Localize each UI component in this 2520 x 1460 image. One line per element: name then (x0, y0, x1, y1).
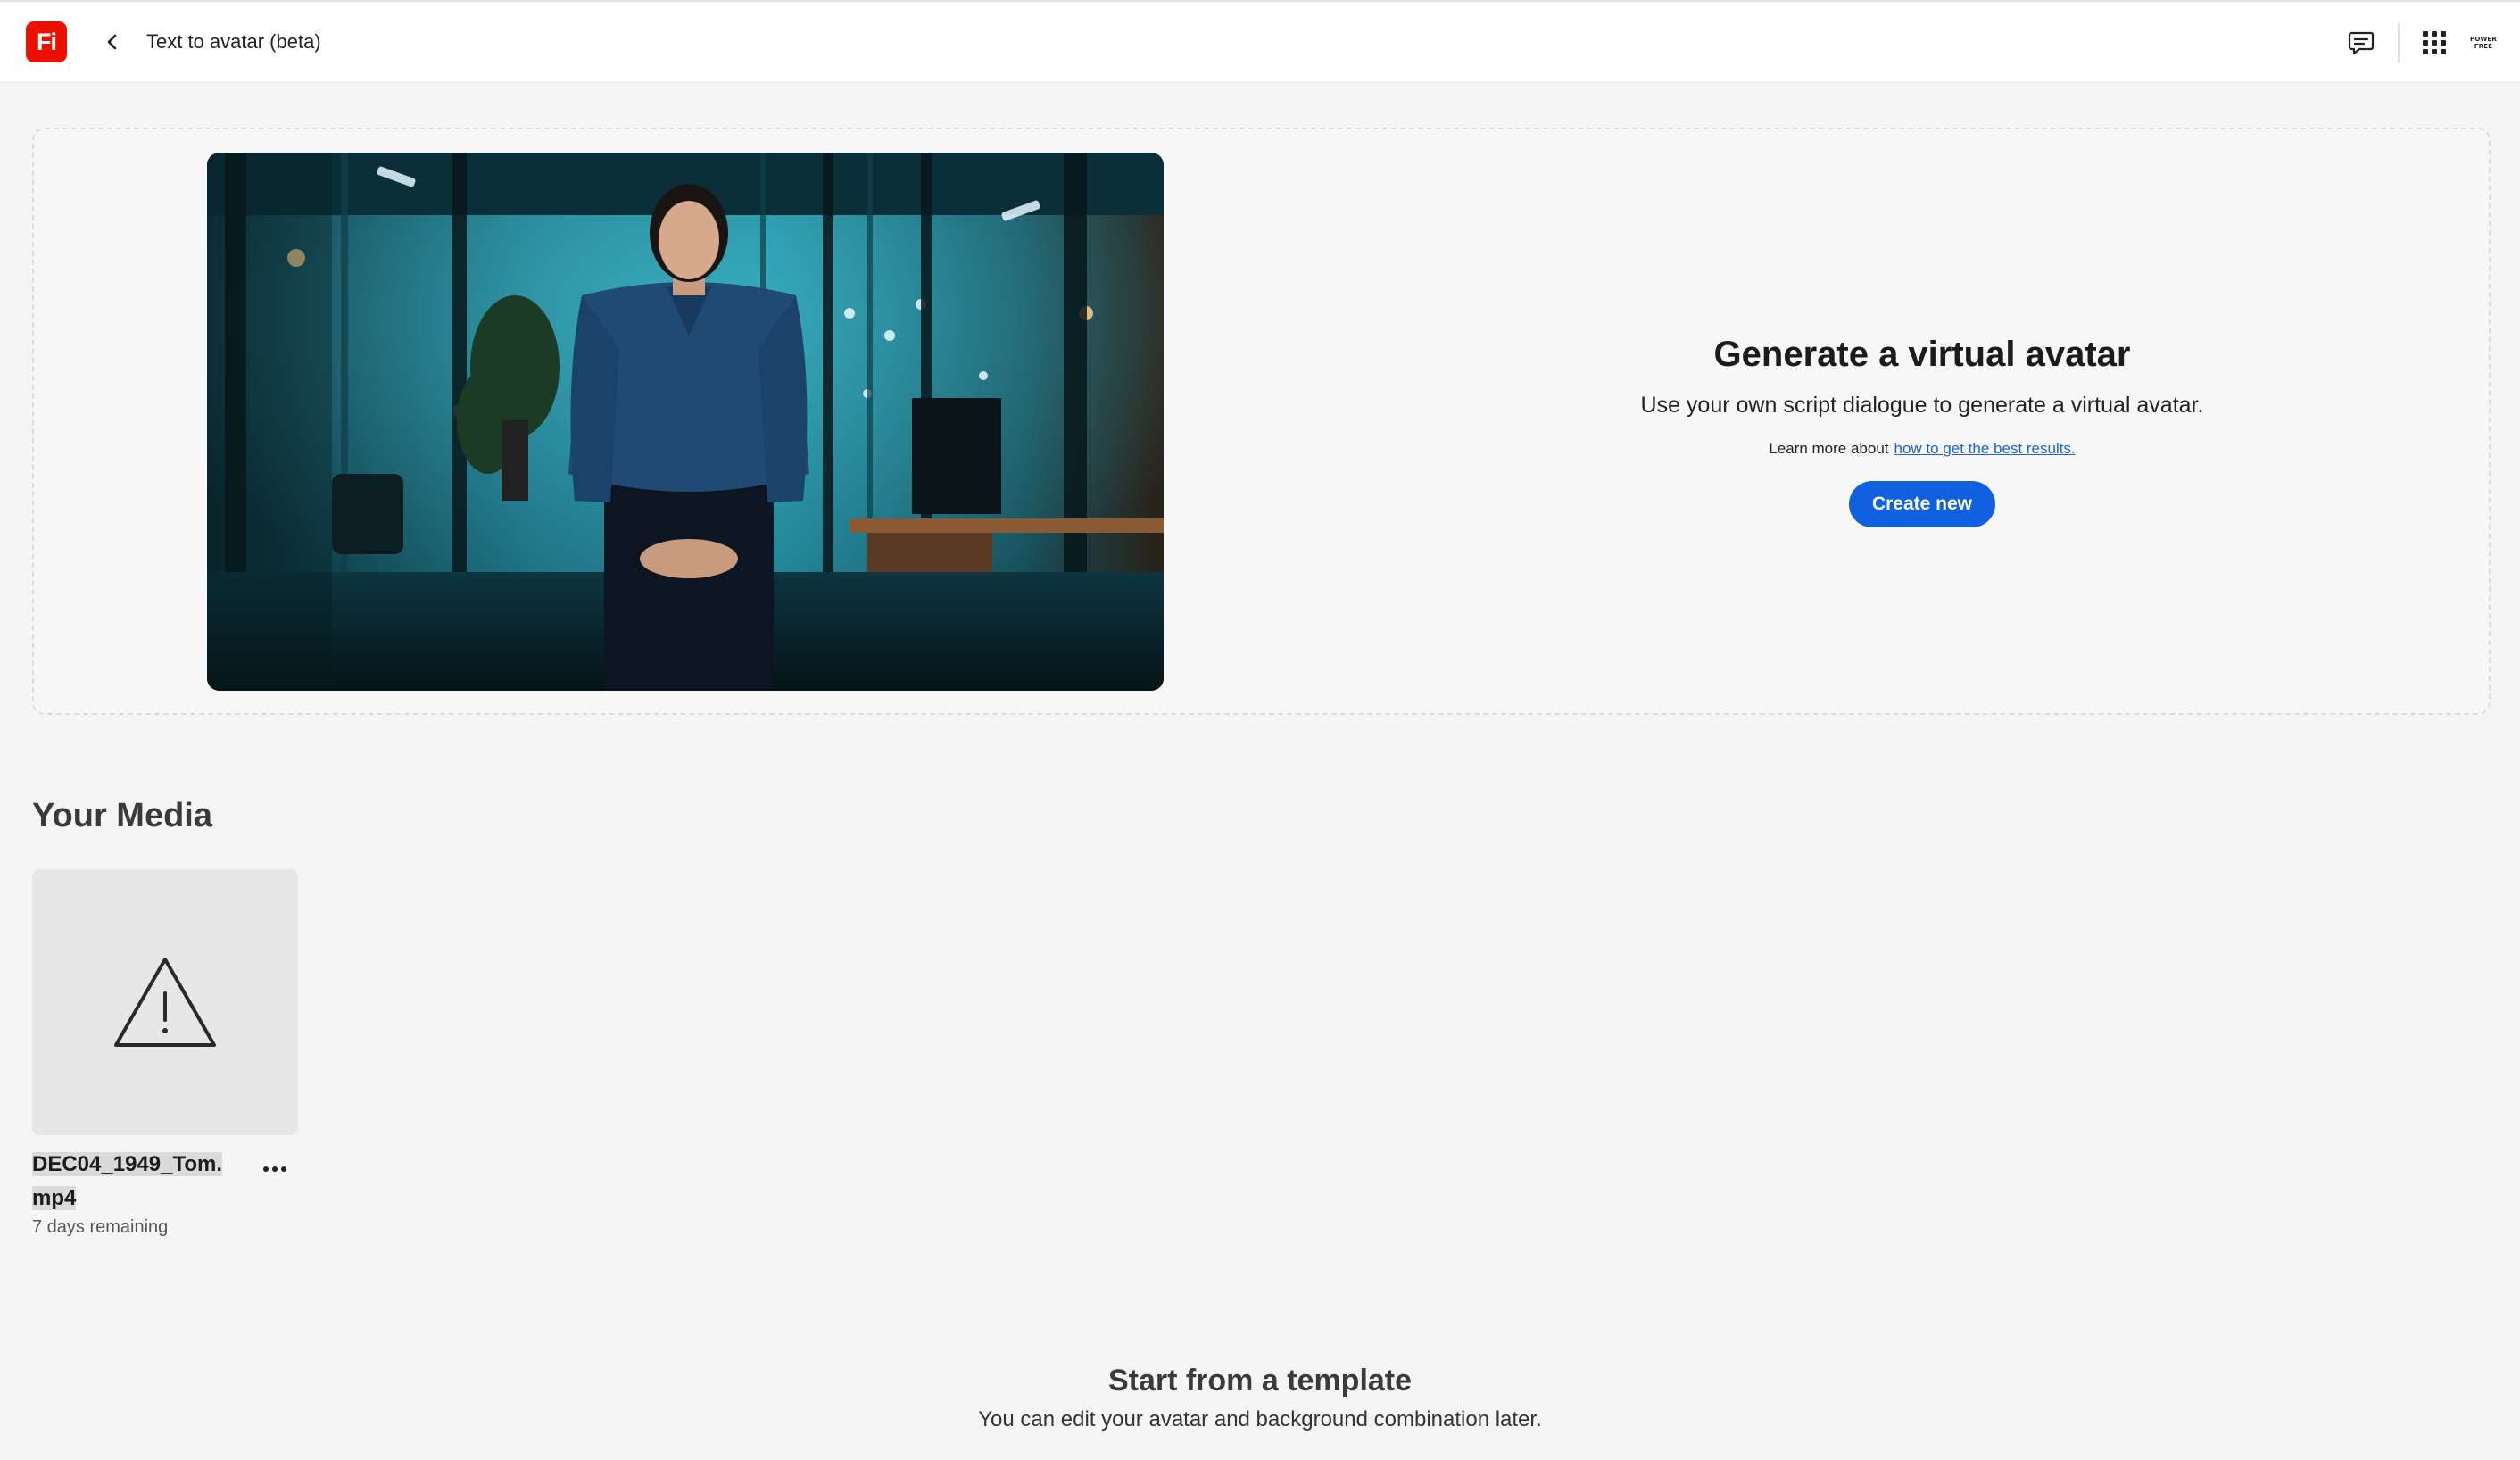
chevron-left-icon (107, 34, 117, 50)
media-file-name-line-1: DEC04_1949_Tom. (32, 1152, 222, 1176)
more-horizontal-icon (263, 1166, 286, 1172)
learn-more-prefix: Learn more about (1769, 440, 1889, 457)
top-bar: Fi Text to avatar (beta) POWER FREE (0, 0, 2520, 83)
media-file-name-line-2: mp4 (32, 1186, 77, 1210)
media-thumbnail[interactable] (32, 869, 298, 1135)
hero-content: Generate a virtual avatar Use your own s… (1521, 335, 2324, 527)
hero-title: Generate a virtual avatar (1713, 335, 2131, 374)
user-account-badge[interactable]: POWER FREE (2466, 34, 2501, 52)
feedback-button[interactable] (2343, 25, 2379, 61)
avatar-preview-image (207, 153, 1164, 691)
create-new-button[interactable]: Create new (1848, 481, 1996, 527)
your-media-heading: Your Media (32, 797, 212, 834)
chat-icon (2348, 31, 2375, 55)
hero-subtitle: Use your own script dialogue to generate… (1640, 393, 2204, 418)
badge-line-2: FREE (2474, 43, 2493, 50)
back-button[interactable] (96, 26, 128, 58)
learn-more-text: Learn more about how to get the best resu… (1521, 440, 2324, 458)
hero-card: Generate a virtual avatar Use your own s… (32, 128, 2491, 715)
app-grid-icon (2423, 31, 2446, 54)
apps-button[interactable] (2416, 25, 2452, 61)
badge-line-1: POWER (2470, 36, 2497, 43)
page-title: Text to avatar (beta) (146, 30, 321, 53)
media-more-options-button[interactable] (255, 1153, 294, 1185)
media-expiry-text: 7 days remaining (32, 1217, 169, 1237)
header-divider (2398, 23, 2400, 62)
warning-icon (114, 958, 216, 1047)
media-card[interactable]: DEC04_1949_Tom. mp4 7 days remaining (32, 869, 298, 1237)
template-heading: Start from a template (1107, 1364, 1413, 1398)
template-subtitle: You can edit your avatar and background … (978, 1407, 1542, 1431)
app-logo[interactable]: Fi (26, 21, 67, 62)
media-file-name: DEC04_1949_Tom. mp4 (32, 1148, 222, 1215)
best-results-link[interactable]: how to get the best results. (1894, 440, 2076, 457)
